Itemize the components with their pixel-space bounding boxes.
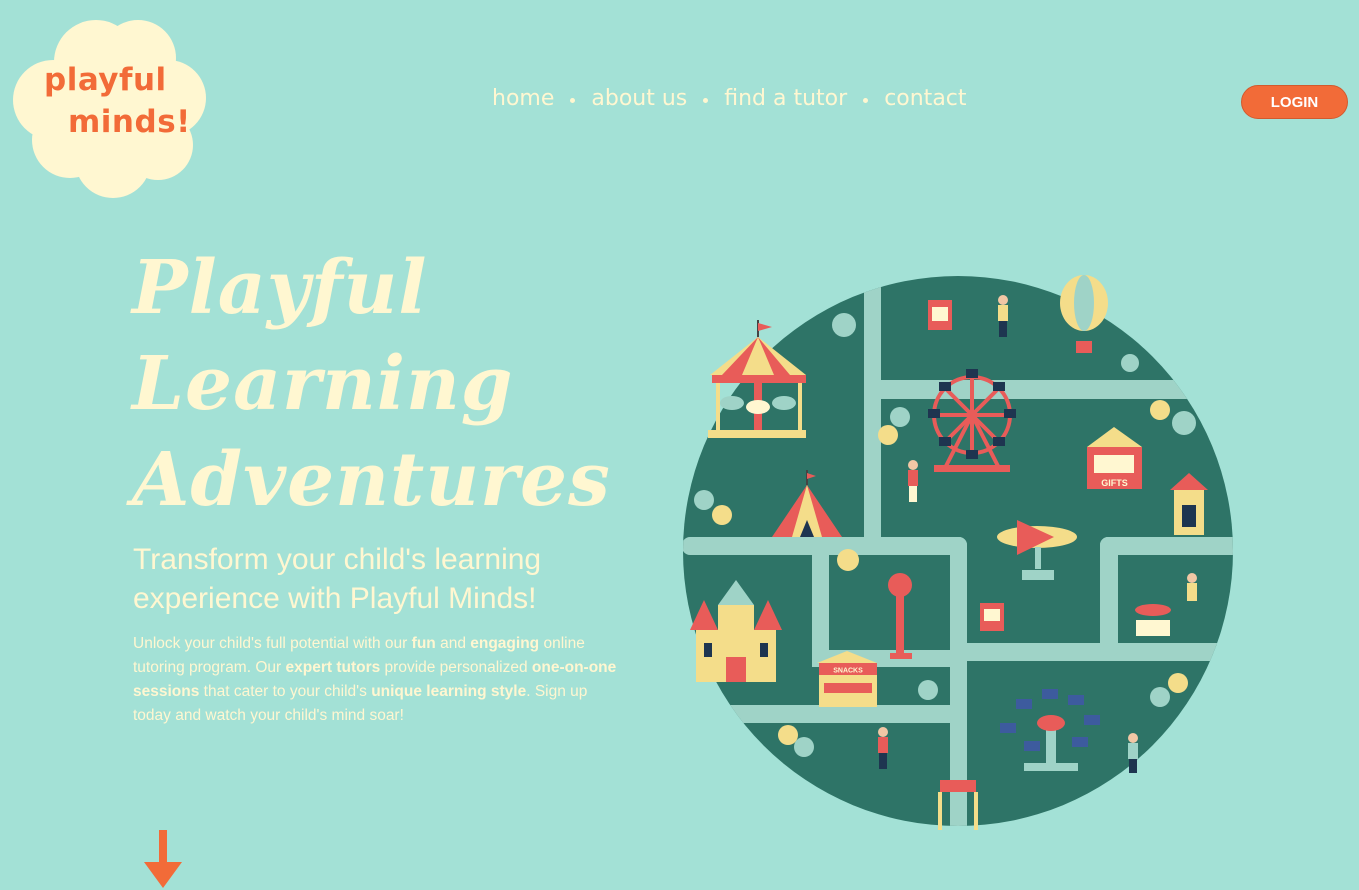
scroll-down-arrow-icon[interactable] bbox=[142, 828, 184, 890]
gifts-sign: GIFTS bbox=[1101, 478, 1128, 488]
hero-subtitle: Transform your child's learning experien… bbox=[133, 543, 542, 615]
amusement-park-illustration: GIFTS SNACKS bbox=[683, 275, 1233, 830]
nav-find-a-tutor[interactable]: find a tutor bbox=[724, 86, 847, 111]
description-emphasis: unique learning style bbox=[371, 683, 527, 700]
description-emphasis: fun bbox=[411, 635, 436, 652]
hero-description: Unlock your child's full potential with … bbox=[133, 632, 623, 728]
nav-home[interactable]: home bbox=[492, 86, 554, 111]
login-button[interactable]: LOGIN bbox=[1241, 85, 1348, 119]
description-text: and bbox=[435, 635, 471, 652]
description-emphasis: expert tutors bbox=[285, 659, 381, 676]
brand-name-line1: playful bbox=[44, 62, 167, 98]
nav-separator bbox=[863, 98, 869, 103]
nav-separator bbox=[570, 98, 576, 103]
description-text: that cater to your child's bbox=[199, 683, 372, 700]
hero-title: Playful Learning Adventures bbox=[132, 240, 611, 528]
snacks-sign: SNACKS bbox=[833, 668, 863, 675]
ice-cream-cart bbox=[1136, 620, 1170, 636]
nav-separator bbox=[703, 98, 709, 103]
description-emphasis: engaging bbox=[470, 635, 540, 652]
nav-contact[interactable]: contact bbox=[884, 86, 966, 111]
brand-name-line2: minds! bbox=[68, 104, 191, 140]
description-text: provide personalized bbox=[380, 659, 532, 676]
snacks-stand: SNACKS bbox=[817, 651, 877, 707]
hero-title-line: Learning bbox=[132, 341, 514, 427]
description-text: Unlock your child's full potential with … bbox=[133, 635, 412, 652]
main-nav: home about us find a tutor contact bbox=[492, 86, 967, 111]
nav-about-us[interactable]: about us bbox=[591, 86, 687, 111]
brand-logo[interactable]: playful minds! bbox=[8, 10, 213, 200]
hero-title-line: Adventures bbox=[132, 437, 611, 523]
hero-title-line: Playful bbox=[132, 245, 428, 331]
